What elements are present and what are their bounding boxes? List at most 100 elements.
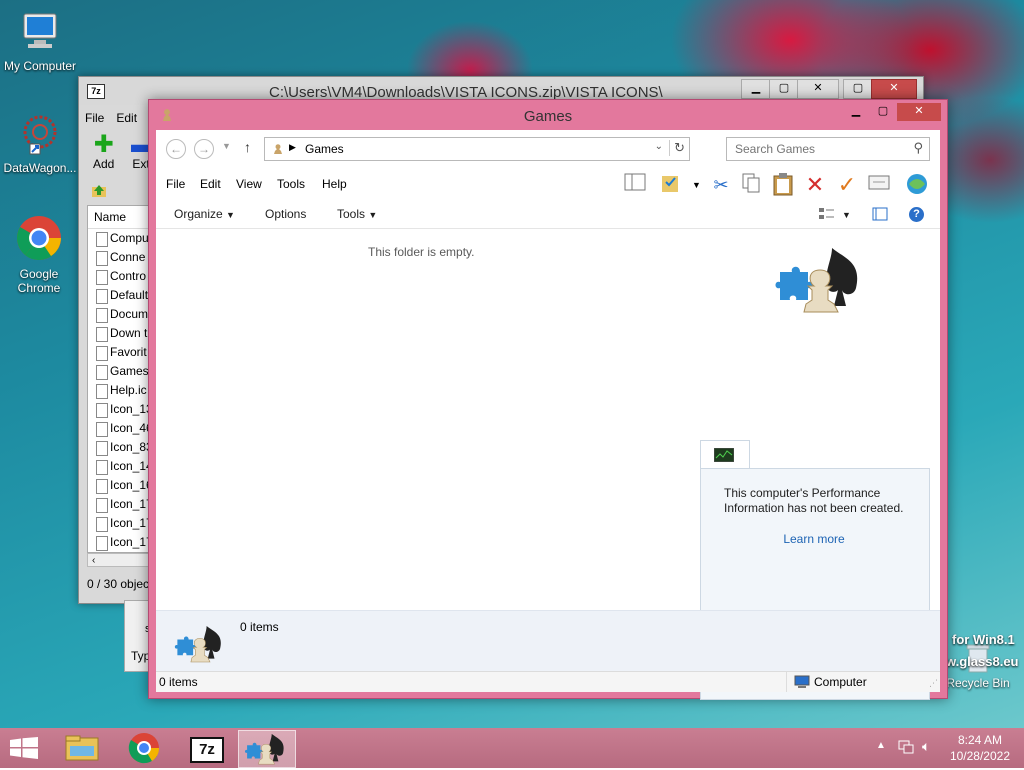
checkmark-icon[interactable]: ✓ bbox=[834, 172, 860, 198]
back-button[interactable]: ← bbox=[166, 139, 186, 159]
desktop-icon-label: Google Chrome bbox=[17, 267, 61, 295]
resize-grip-icon[interactable]: ⋰ bbox=[929, 678, 938, 689]
menu-bar: File Edit View Tools Help ▼ ✂ ✕ ✓ bbox=[156, 172, 940, 200]
games-folder-icon bbox=[271, 141, 285, 158]
layout-pane-icon[interactable] bbox=[622, 172, 648, 198]
empty-folder-message: This folder is empty. bbox=[368, 245, 475, 259]
chrome-taskbar-icon bbox=[128, 733, 160, 764]
chrome-icon bbox=[2, 214, 76, 265]
computer-small-icon bbox=[794, 675, 810, 692]
status-location: Computer bbox=[814, 675, 867, 689]
taskbar: 7z ▲ 🔈︎ 8:24 AM 10/28/2022 bbox=[0, 728, 1024, 768]
games-explorer-logo-icon bbox=[774, 242, 870, 321]
organize-dropdown-icon: ▼ bbox=[226, 210, 235, 220]
windows-logo-icon bbox=[10, 737, 38, 759]
games-maximize-button[interactable]: ▢ bbox=[870, 103, 896, 121]
datawagon-icon bbox=[2, 112, 78, 159]
menu-edit[interactable]: Edit bbox=[200, 177, 221, 191]
desktop-icon-label: DataWagon... bbox=[3, 161, 77, 175]
sevenzip-menu-edit[interactable]: Edit bbox=[116, 111, 137, 125]
menu-file[interactable]: File bbox=[166, 177, 185, 191]
status-item-count: 0 items bbox=[159, 675, 198, 689]
preview-pane-icon[interactable] bbox=[872, 207, 888, 224]
address-dropdown-icon[interactable]: ⌄ bbox=[655, 141, 663, 152]
address-bar[interactable]: ▶ Games ⌄ ↻ bbox=[264, 137, 690, 161]
tools-button[interactable]: Tools ▼ bbox=[337, 207, 377, 221]
desktop-icon-label: Recycle Bin bbox=[946, 676, 1010, 690]
task-pane-tab[interactable] bbox=[700, 440, 750, 471]
games-close-button[interactable]: ✕ bbox=[897, 103, 941, 121]
taskbar-games[interactable] bbox=[238, 730, 296, 768]
sevenzip-restore-button[interactable]: ▢ bbox=[843, 79, 873, 99]
games-taskbar-icon bbox=[244, 733, 284, 765]
performance-monitor-icon bbox=[713, 447, 735, 465]
breadcrumb-games[interactable]: Games bbox=[305, 142, 344, 156]
games-details-icon bbox=[174, 621, 228, 670]
computer-icon bbox=[2, 10, 78, 57]
watermark-line1: for Win8.1 bbox=[952, 632, 1015, 647]
organize-button[interactable]: Organize ▼ bbox=[174, 207, 235, 221]
games-title: Games bbox=[523, 108, 573, 125]
taskbar-7zip[interactable]: 7z bbox=[178, 730, 234, 766]
menu-tools[interactable]: Tools bbox=[277, 177, 305, 191]
change-view-icon[interactable] bbox=[818, 207, 836, 224]
breadcrumb-arrow-icon[interactable]: ▶ bbox=[289, 142, 296, 153]
copy-icon[interactable] bbox=[738, 172, 764, 198]
up-arrow-icon[interactable]: ↑ bbox=[244, 139, 251, 155]
taskbar-chrome[interactable] bbox=[116, 730, 172, 766]
learn-more-link[interactable]: Learn more bbox=[701, 532, 927, 546]
tools-label: Tools bbox=[337, 207, 366, 221]
folder-view-icon[interactable] bbox=[658, 172, 684, 198]
taskbar-file-explorer[interactable] bbox=[54, 730, 110, 766]
navigation-bar: ← → ▼ ↑ ▶ Games ⌄ ↻ ⚲ bbox=[156, 130, 940, 168]
sevenzip-close-button-2[interactable]: ✕ bbox=[871, 79, 917, 99]
search-icon[interactable]: ⚲ bbox=[913, 140, 923, 156]
sevenzip-status: 0 / 30 objec bbox=[87, 577, 150, 591]
search-input[interactable] bbox=[727, 138, 907, 160]
file-explorer-icon bbox=[65, 735, 99, 761]
add-label: Add bbox=[93, 157, 115, 171]
delete-icon[interactable]: ✕ bbox=[802, 172, 828, 198]
plus-icon: ✚ bbox=[93, 131, 114, 158]
show-hidden-icons-chevron-icon[interactable]: ▲ bbox=[876, 740, 886, 751]
sevenzip-maximize-button[interactable]: ▢ bbox=[769, 79, 799, 99]
options-button[interactable]: Options bbox=[265, 207, 306, 221]
sevenzip-menu-file[interactable]: File bbox=[85, 111, 104, 125]
refresh-icon[interactable]: ↻ bbox=[669, 140, 685, 156]
view-dropdown-icon[interactable]: ▼ bbox=[692, 180, 701, 190]
menu-help[interactable]: Help bbox=[322, 177, 347, 191]
properties-icon[interactable] bbox=[866, 172, 892, 198]
tools-dropdown-icon: ▼ bbox=[368, 210, 378, 220]
organize-label: Organize bbox=[174, 207, 223, 221]
desktop-icon-datawagon[interactable]: DataWagon... bbox=[2, 112, 78, 175]
sevenzip-minimize-button[interactable]: ▁ bbox=[741, 79, 771, 99]
forward-button[interactable]: → bbox=[194, 139, 214, 159]
sevenzip-up-folder-icon[interactable] bbox=[91, 183, 107, 202]
help-icon[interactable]: ? bbox=[909, 206, 924, 222]
menu-view[interactable]: View bbox=[236, 177, 262, 191]
command-bar: Organize ▼ Options Tools ▼ ▼ ? bbox=[156, 202, 940, 229]
change-view-dropdown-icon[interactable]: ▼ bbox=[842, 210, 851, 220]
sevenzip-menubar: File Edit bbox=[85, 111, 149, 125]
status-bar: 0 items Computer ⋰ bbox=[156, 671, 940, 692]
search-box[interactable]: ⚲ bbox=[726, 137, 930, 161]
desktop-icon-my-computer[interactable]: My Computer bbox=[2, 10, 78, 73]
watermark-line2: w.glass8.eu bbox=[946, 654, 1019, 669]
start-button[interactable] bbox=[10, 737, 38, 762]
desktop-icon-google-chrome[interactable]: Google Chrome bbox=[2, 214, 76, 295]
content-area[interactable]: This folder is empty. This computer's Pe… bbox=[156, 228, 940, 700]
sevenzip-close-button[interactable]: ✕ bbox=[797, 79, 839, 99]
paste-icon[interactable] bbox=[770, 172, 796, 198]
network-icon[interactable] bbox=[898, 739, 914, 758]
recent-locations-chevron-icon[interactable]: ▼ bbox=[222, 141, 231, 151]
games-minimize-button[interactable]: ▁ bbox=[843, 103, 869, 121]
globe-icon[interactable] bbox=[904, 172, 930, 198]
cut-icon[interactable]: ✂ bbox=[708, 172, 734, 198]
details-pane: 0 items bbox=[156, 610, 940, 671]
volume-icon[interactable]: 🔈︎ bbox=[922, 738, 930, 755]
system-clock[interactable]: 8:24 AM 10/28/2022 bbox=[950, 732, 1010, 764]
games-window: Games ▁ ▢ ✕ ← → ▼ ↑ ▶ Games ⌄ ↻ ⚲ File bbox=[148, 99, 948, 700]
clock-date: 10/28/2022 bbox=[949, 749, 1010, 763]
sevenzip-add-button[interactable]: ✚ Add bbox=[93, 131, 115, 172]
performance-info-text: This computer's Performance Information … bbox=[724, 486, 904, 515]
